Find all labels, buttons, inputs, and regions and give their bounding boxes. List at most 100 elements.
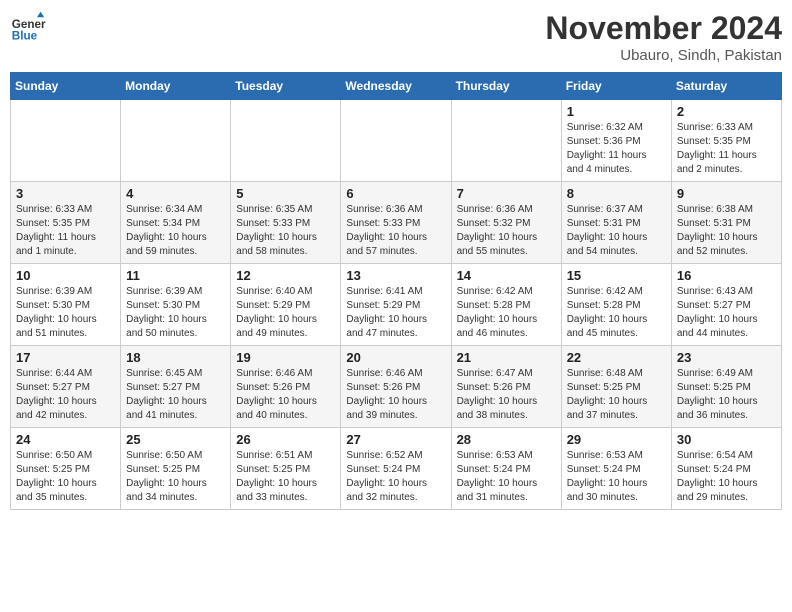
day-number: 25 bbox=[126, 432, 225, 447]
calendar-cell: 24 Sunrise: 6:50 AM Sunset: 5:25 PM Dayli… bbox=[11, 428, 121, 510]
day-info: Sunrise: 6:48 AM Sunset: 5:25 PM Dayligh… bbox=[567, 367, 666, 423]
calendar-cell bbox=[121, 100, 231, 182]
weekday-header-friday: Friday bbox=[561, 73, 671, 100]
day-number: 27 bbox=[346, 432, 445, 447]
day-info: Sunrise: 6:36 AM Sunset: 5:32 PM Dayligh… bbox=[457, 203, 556, 259]
day-number: 21 bbox=[457, 350, 556, 365]
day-number: 29 bbox=[567, 432, 666, 447]
calendar-cell: 11 Sunrise: 6:39 AM Sunset: 5:30 PM Dayli… bbox=[121, 264, 231, 346]
day-number: 11 bbox=[126, 268, 225, 283]
day-info: Sunrise: 6:50 AM Sunset: 5:25 PM Dayligh… bbox=[126, 449, 225, 505]
calendar-cell: 20Sunrise: 6:46 AM Sunset: 5:26 PM Dayli… bbox=[341, 346, 451, 428]
calendar-cell: 7Sunrise: 6:36 AM Sunset: 5:32 PM Daylig… bbox=[451, 182, 561, 264]
day-number: 16 bbox=[677, 268, 776, 283]
calendar-cell: 19 Sunrise: 6:46 AM Sunset: 5:26 PM Dayli… bbox=[231, 346, 341, 428]
day-number: 23 bbox=[677, 350, 776, 365]
day-info: Sunrise: 6:42 AM Sunset: 5:28 PM Dayligh… bbox=[457, 285, 556, 341]
day-info: Sunrise: 6:36 AM Sunset: 5:33 PM Dayligh… bbox=[346, 203, 445, 259]
calendar-cell: 8 Sunrise: 6:37 AM Sunset: 5:31 PM Daylig… bbox=[561, 182, 671, 264]
calendar-week-2: 3 Sunrise: 6:33 AM Sunset: 5:35 PM Daylig… bbox=[11, 182, 782, 264]
day-number: 12 bbox=[236, 268, 335, 283]
calendar-week-3: 10Sunrise: 6:39 AM Sunset: 5:30 PM Dayli… bbox=[11, 264, 782, 346]
calendar-cell: 5Sunrise: 6:35 AM Sunset: 5:33 PM Daylig… bbox=[231, 182, 341, 264]
weekday-header-saturday: Saturday bbox=[671, 73, 781, 100]
day-info: Sunrise: 6:37 AM Sunset: 5:31 PM Dayligh… bbox=[567, 203, 666, 259]
day-number: 30 bbox=[677, 432, 776, 447]
day-info: Sunrise: 6:46 AM Sunset: 5:26 PM Dayligh… bbox=[236, 367, 335, 423]
calendar-cell: 28 Sunrise: 6:53 AM Sunset: 5:24 PM Dayli… bbox=[451, 428, 561, 510]
calendar-cell bbox=[451, 100, 561, 182]
calendar-cell: 17 Sunrise: 6:44 AM Sunset: 5:27 PM Dayli… bbox=[11, 346, 121, 428]
calendar-cell: 26 Sunrise: 6:51 AM Sunset: 5:25 PM Dayli… bbox=[231, 428, 341, 510]
weekday-header-sunday: Sunday bbox=[11, 73, 121, 100]
calendar-cell: 9Sunrise: 6:38 AM Sunset: 5:31 PM Daylig… bbox=[671, 182, 781, 264]
day-info: Sunrise: 6:53 AM Sunset: 5:24 PM Dayligh… bbox=[567, 449, 666, 505]
day-number: 19 bbox=[236, 350, 335, 365]
calendar-cell: 21Sunrise: 6:47 AM Sunset: 5:26 PM Dayli… bbox=[451, 346, 561, 428]
calendar-week-4: 17 Sunrise: 6:44 AM Sunset: 5:27 PM Dayli… bbox=[11, 346, 782, 428]
day-info: Sunrise: 6:54 AM Sunset: 5:24 PM Dayligh… bbox=[677, 449, 776, 505]
calendar-cell: 18 Sunrise: 6:45 AM Sunset: 5:27 PM Dayli… bbox=[121, 346, 231, 428]
month-title: November 2024 bbox=[545, 10, 782, 47]
calendar-cell bbox=[231, 100, 341, 182]
calendar-cell: 30 Sunrise: 6:54 AM Sunset: 5:24 PM Dayli… bbox=[671, 428, 781, 510]
day-number: 6 bbox=[346, 186, 445, 201]
day-info: Sunrise: 6:46 AM Sunset: 5:26 PM Dayligh… bbox=[346, 367, 445, 423]
weekday-header-tuesday: Tuesday bbox=[231, 73, 341, 100]
day-number: 8 bbox=[567, 186, 666, 201]
calendar-cell bbox=[341, 100, 451, 182]
calendar-cell: 4 Sunrise: 6:34 AM Sunset: 5:34 PM Daylig… bbox=[121, 182, 231, 264]
page-header: General Blue November 2024 Ubauro, Sindh… bbox=[10, 10, 782, 64]
calendar-cell: 3 Sunrise: 6:33 AM Sunset: 5:35 PM Daylig… bbox=[11, 182, 121, 264]
calendar-cell: 16 Sunrise: 6:43 AM Sunset: 5:27 PM Dayli… bbox=[671, 264, 781, 346]
day-info: Sunrise: 6:53 AM Sunset: 5:24 PM Dayligh… bbox=[457, 449, 556, 505]
calendar-cell: 13 Sunrise: 6:41 AM Sunset: 5:29 PM Dayli… bbox=[341, 264, 451, 346]
calendar-cell: 14 Sunrise: 6:42 AM Sunset: 5:28 PM Dayli… bbox=[451, 264, 561, 346]
day-info: Sunrise: 6:33 AM Sunset: 5:35 PM Dayligh… bbox=[16, 203, 115, 259]
day-number: 17 bbox=[16, 350, 115, 365]
day-number: 14 bbox=[457, 268, 556, 283]
day-info: Sunrise: 6:41 AM Sunset: 5:29 PM Dayligh… bbox=[346, 285, 445, 341]
day-info: Sunrise: 6:40 AM Sunset: 5:29 PM Dayligh… bbox=[236, 285, 335, 341]
calendar-cell: 1Sunrise: 6:32 AM Sunset: 5:36 PM Daylig… bbox=[561, 100, 671, 182]
day-number: 24 bbox=[16, 432, 115, 447]
day-info: Sunrise: 6:49 AM Sunset: 5:25 PM Dayligh… bbox=[677, 367, 776, 423]
calendar-cell: 10Sunrise: 6:39 AM Sunset: 5:30 PM Dayli… bbox=[11, 264, 121, 346]
day-number: 5 bbox=[236, 186, 335, 201]
day-info: Sunrise: 6:51 AM Sunset: 5:25 PM Dayligh… bbox=[236, 449, 335, 505]
day-number: 2 bbox=[677, 104, 776, 119]
day-info: Sunrise: 6:39 AM Sunset: 5:30 PM Dayligh… bbox=[16, 285, 115, 341]
location-subtitle: Ubauro, Sindh, Pakistan bbox=[545, 47, 782, 64]
day-number: 28 bbox=[457, 432, 556, 447]
day-number: 26 bbox=[236, 432, 335, 447]
calendar-cell: 15Sunrise: 6:42 AM Sunset: 5:28 PM Dayli… bbox=[561, 264, 671, 346]
day-info: Sunrise: 6:34 AM Sunset: 5:34 PM Dayligh… bbox=[126, 203, 225, 259]
day-number: 9 bbox=[677, 186, 776, 201]
calendar-week-1: 1Sunrise: 6:32 AM Sunset: 5:36 PM Daylig… bbox=[11, 100, 782, 182]
weekday-header-thursday: Thursday bbox=[451, 73, 561, 100]
logo-icon: General Blue bbox=[10, 10, 46, 46]
day-number: 13 bbox=[346, 268, 445, 283]
day-info: Sunrise: 6:45 AM Sunset: 5:27 PM Dayligh… bbox=[126, 367, 225, 423]
day-info: Sunrise: 6:43 AM Sunset: 5:27 PM Dayligh… bbox=[677, 285, 776, 341]
day-number: 4 bbox=[126, 186, 225, 201]
svg-text:Blue: Blue bbox=[12, 30, 38, 43]
calendar-cell: 23 Sunrise: 6:49 AM Sunset: 5:25 PM Dayli… bbox=[671, 346, 781, 428]
day-info: Sunrise: 6:50 AM Sunset: 5:25 PM Dayligh… bbox=[16, 449, 115, 505]
day-info: Sunrise: 6:32 AM Sunset: 5:36 PM Dayligh… bbox=[567, 121, 666, 177]
calendar-cell: 29 Sunrise: 6:53 AM Sunset: 5:24 PM Dayli… bbox=[561, 428, 671, 510]
calendar-cell: 6 Sunrise: 6:36 AM Sunset: 5:33 PM Daylig… bbox=[341, 182, 451, 264]
weekday-header-row: SundayMondayTuesdayWednesdayThursdayFrid… bbox=[11, 73, 782, 100]
day-info: Sunrise: 6:44 AM Sunset: 5:27 PM Dayligh… bbox=[16, 367, 115, 423]
day-info: Sunrise: 6:39 AM Sunset: 5:30 PM Dayligh… bbox=[126, 285, 225, 341]
calendar-cell: 12 Sunrise: 6:40 AM Sunset: 5:29 PM Dayli… bbox=[231, 264, 341, 346]
day-info: Sunrise: 6:52 AM Sunset: 5:24 PM Dayligh… bbox=[346, 449, 445, 505]
day-number: 18 bbox=[126, 350, 225, 365]
calendar-cell: 22 Sunrise: 6:48 AM Sunset: 5:25 PM Dayli… bbox=[561, 346, 671, 428]
day-info: Sunrise: 6:33 AM Sunset: 5:35 PM Dayligh… bbox=[677, 121, 776, 177]
day-number: 3 bbox=[16, 186, 115, 201]
day-number: 22 bbox=[567, 350, 666, 365]
calendar-cell bbox=[11, 100, 121, 182]
title-block: November 2024 Ubauro, Sindh, Pakistan bbox=[545, 10, 782, 64]
calendar-table: SundayMondayTuesdayWednesdayThursdayFrid… bbox=[10, 72, 782, 510]
